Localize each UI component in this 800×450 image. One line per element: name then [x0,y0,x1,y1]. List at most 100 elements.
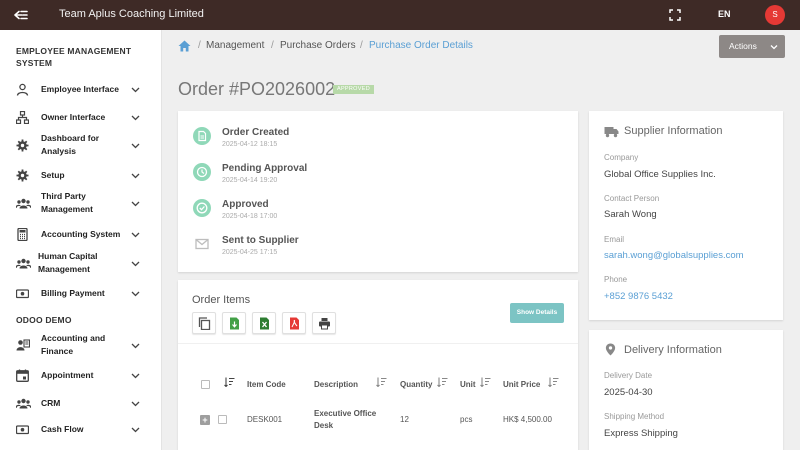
sidebar-item-label: Third Party Management [41,191,93,214]
sidebar-item-label: Billing Payment [41,288,105,298]
column-header-unit[interactable]: Unit [460,380,476,389]
chevron-down-icon [131,343,140,349]
supplier-info-card: Supplier Information Company Global Offi… [589,111,783,320]
sidebar-item-billing-payment[interactable]: Billing Payment [0,286,162,302]
chevron-down-icon [131,232,140,238]
sidebar-item-cash-flow[interactable]: Cash Flow [0,422,162,438]
sidebar-item-accounting-system[interactable]: Accounting System [0,227,162,243]
chevron-down-icon [770,45,778,50]
delivery-date-label: Delivery Date [604,371,653,380]
cell-item-code: DESK001 [247,415,283,424]
people-icon [16,258,31,269]
column-header-item-code[interactable]: Item Code [247,380,286,389]
sidebar-item-employee-interface[interactable]: Employee Interface [0,82,162,98]
location-pin-icon [605,343,616,356]
cell-unit: pcs [460,415,473,424]
csv-export-button[interactable] [222,312,246,334]
chevron-down-icon [131,427,140,433]
contact-card-icon [16,339,30,351]
show-details-button[interactable]: Show Details [510,303,564,323]
breadcrumb-separator: / [271,40,274,51]
sidebar-item-accounting-finance[interactable]: Accounting and Finance [0,332,162,360]
menu-collapse-icon[interactable] [14,8,28,22]
column-header-description[interactable]: Description [314,380,358,389]
phone-label: Phone [604,275,628,284]
timeline-title: Order Created [222,127,290,138]
delivery-heading: Delivery Information [624,344,722,356]
print-button[interactable] [312,312,336,334]
money-icon [16,289,29,299]
chevron-down-icon [131,143,140,149]
fullscreen-icon[interactable] [669,9,681,21]
sidebar-item-label: Appointment [41,370,94,380]
person-icon [16,83,29,96]
order-items-title: Order Items [192,294,251,306]
csv-export-icon [230,317,239,330]
chevron-down-icon [131,261,140,267]
sort-icon[interactable] [480,377,491,387]
sidebar-section-title: EMPLOYEE MANAGEMENT SYSTEM [16,46,132,68]
sidebar-item-label: Accounting System [41,229,121,239]
delivery-info-card: Delivery Information Delivery Date 2025-… [589,330,783,450]
sort-icon[interactable] [224,377,235,387]
sort-icon[interactable] [548,377,559,387]
contact-value: Sarah Wong [604,209,657,220]
sidebar-section-title: ODOO DEMO [16,315,72,325]
people-icon [16,398,31,409]
breadcrumb-separator: / [198,40,201,51]
breadcrumb-separator: / [360,40,363,51]
sidebar-item-label: Employee Interface [41,84,119,94]
sidebar-item-appointment[interactable]: Appointment [0,368,162,384]
column-header-quantity[interactable]: Quantity [400,380,432,389]
truck-icon [604,127,619,138]
status-badge: APPROVED [333,85,374,94]
order-items-card: Order Items Show Details Item Code Descr… [178,280,578,450]
user-avatar[interactable]: S [765,5,785,25]
home-icon[interactable] [178,40,191,52]
sidebar-item-label: Dashboard for Analysis [41,133,100,156]
expand-row-icon[interactable]: + [200,415,210,425]
phone-link[interactable]: +852 9876 5432 [604,291,673,302]
check-circle-icon [193,199,211,217]
sort-icon[interactable] [437,377,448,387]
sidebar-item-label: Setup [41,170,65,180]
sidebar-item-human-capital[interactable]: Human Capital Management [0,250,162,278]
cell-unit-price: HK$ 4,500.00 [503,415,552,424]
order-timeline-card: Order Created 2025-04-12 18:15 Pending A… [178,111,578,272]
actions-button-label: Actions [729,41,757,51]
chevron-down-icon [131,401,140,407]
email-link[interactable]: sarah.wong@globalsupplies.com [604,250,744,261]
pdf-export-button[interactable] [282,312,306,334]
sidebar-item-label: Owner Interface [41,112,106,122]
chevron-down-icon [131,173,140,179]
timeline-date: 2025-04-12 18:15 [222,141,278,148]
sidebar-item-owner-interface[interactable]: Owner Interface [0,110,162,126]
org-chart-icon [16,111,29,124]
column-header-unit-price[interactable]: Unit Price [503,380,540,389]
company-value: Global Office Supplies Inc. [604,169,716,180]
breadcrumb-item-management[interactable]: Management [206,40,264,51]
print-icon [319,318,330,330]
actions-button[interactable]: Actions [719,35,785,58]
sidebar-item-dashboard[interactable]: Dashboard for Analysis [0,132,162,160]
sidebar-item-setup[interactable]: Setup [0,168,162,184]
shipping-method-label: Shipping Method [604,412,665,421]
excel-export-button[interactable] [252,312,276,334]
row-checkbox[interactable] [218,415,227,424]
chevron-down-icon [131,373,140,379]
divider [178,343,578,344]
breadcrumb-item-purchase-orders[interactable]: Purchase Orders [280,40,356,51]
chevron-down-icon [131,291,140,297]
cell-quantity: 12 [400,415,409,424]
sidebar-item-crm[interactable]: CRM [0,396,162,412]
sidebar-item-label: Cash Flow [41,424,84,434]
sort-icon[interactable] [376,377,387,387]
copy-button[interactable] [192,312,216,334]
sidebar: EMPLOYEE MANAGEMENT SYSTEM Employee Inte… [0,30,162,450]
email-label: Email [604,235,625,244]
select-all-checkbox[interactable] [201,380,210,389]
chevron-down-icon [131,115,140,121]
language-selector[interactable]: EN [718,9,731,19]
sidebar-item-third-party[interactable]: Third Party Management [0,190,162,218]
cell-description: Executive Office Desk [314,409,377,430]
